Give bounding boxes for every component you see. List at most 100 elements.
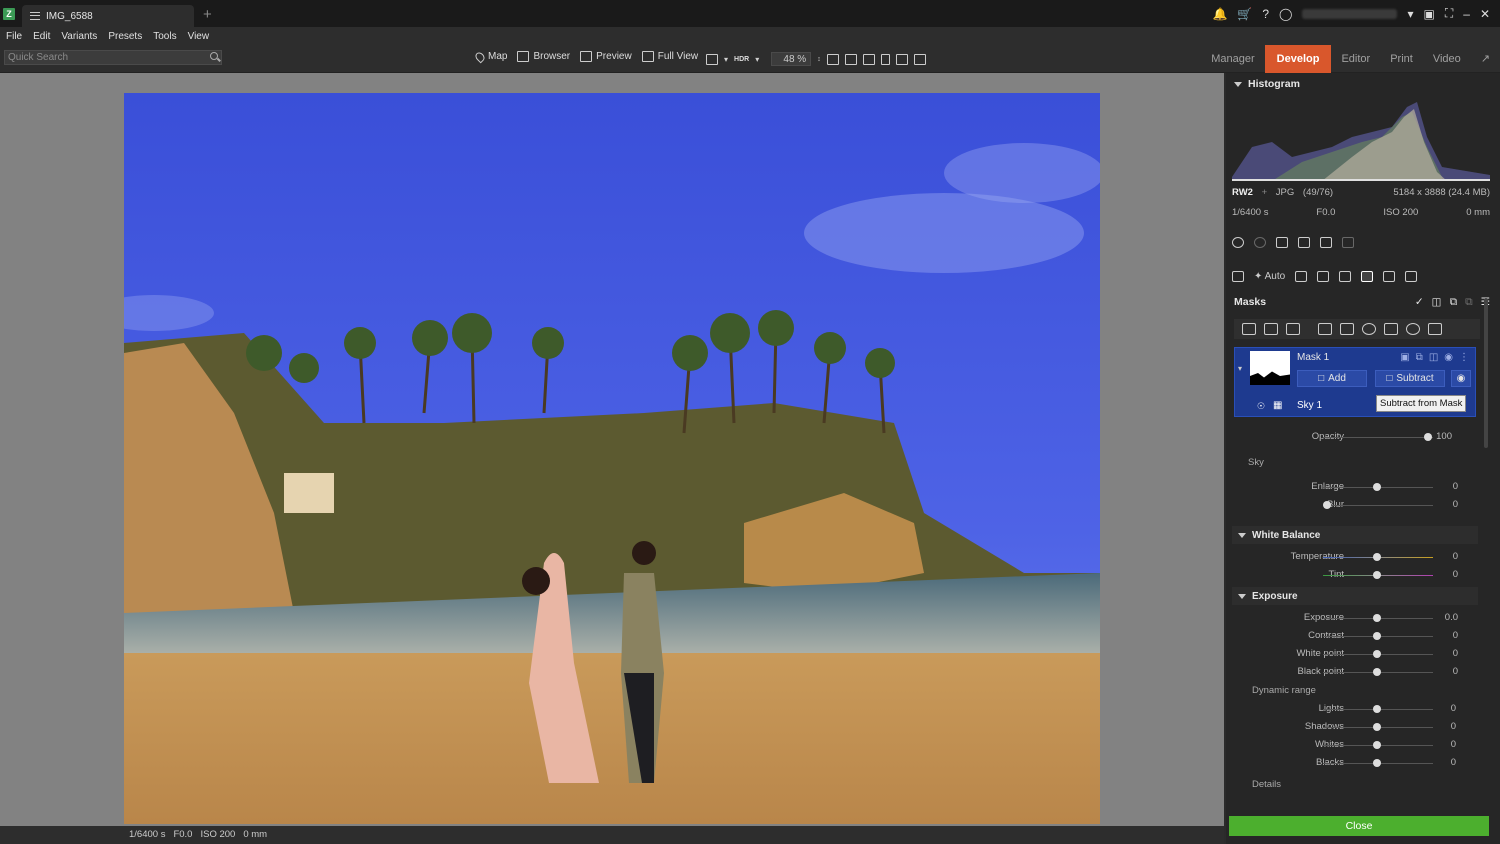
blur-knob[interactable] <box>1323 501 1331 509</box>
menu-file[interactable]: File <box>6 31 22 42</box>
search-icon[interactable] <box>210 52 218 60</box>
close-button[interactable]: Close <box>1229 816 1489 836</box>
white-point-knob[interactable] <box>1373 650 1381 658</box>
opacity-slider[interactable]: Opacity 100 <box>1226 429 1490 445</box>
photo-preview[interactable] <box>124 93 1100 824</box>
flash-icon[interactable] <box>706 53 718 65</box>
brush-mask-icon[interactable] <box>1340 323 1354 335</box>
trash-icon[interactable]: ◫ <box>1432 296 1442 309</box>
cart-icon[interactable]: 🛒 <box>1237 7 1252 21</box>
temperature-slider[interactable]: Temperature 0 <box>1226 549 1490 565</box>
subtract-from-mask-button[interactable]: □ Subtract <box>1375 370 1445 387</box>
bell-icon[interactable]: 🔔 <box>1212 7 1227 21</box>
blacks-knob[interactable] <box>1373 759 1381 767</box>
contrast-value[interactable]: 0 <box>1453 630 1458 641</box>
white-point-value[interactable]: 0 <box>1453 648 1458 659</box>
eye-icon[interactable]: ◉ <box>1444 352 1453 363</box>
redo-icon[interactable] <box>1254 237 1266 248</box>
blur-value[interactable]: 0 <box>1453 499 1458 510</box>
help-icon[interactable]: ? <box>1262 7 1269 21</box>
collapse-arrow-icon[interactable] <box>1234 81 1242 87</box>
quick-search-input[interactable]: Quick Search <box>4 50 222 65</box>
perspective-icon[interactable] <box>1339 271 1352 282</box>
adjustments-icon[interactable] <box>1232 271 1244 282</box>
opacity-knob[interactable] <box>1424 433 1432 441</box>
enlarge-value[interactable]: 0 <box>1453 481 1458 492</box>
auto-button[interactable]: ✦ Auto <box>1254 271 1285 282</box>
enlarge-knob[interactable] <box>1373 483 1381 491</box>
tab-print[interactable]: Print <box>1380 45 1423 73</box>
tab-menu-icon[interactable] <box>30 12 40 20</box>
tab-video[interactable]: Video <box>1423 45 1471 73</box>
retouch-icon[interactable] <box>1405 271 1418 282</box>
add-to-mask-button[interactable]: □ Add <box>1297 370 1367 387</box>
lights-slider[interactable]: Lights 0 <box>1226 701 1490 717</box>
gradient-icon[interactable] <box>1383 271 1396 282</box>
contrast-knob[interactable] <box>1373 632 1381 640</box>
menu-edit[interactable]: Edit <box>33 31 50 42</box>
document-tab[interactable]: IMG_6588 <box>22 5 194 27</box>
whites-knob[interactable] <box>1373 741 1381 749</box>
crop-icon[interactable] <box>1317 271 1330 282</box>
menu-variants[interactable]: Variants <box>61 31 97 42</box>
check-icon[interactable]: ✓ <box>1415 296 1424 309</box>
panel-scrollbar[interactable] <box>1484 298 1488 448</box>
white-balance-header[interactable]: White Balance <box>1232 526 1478 544</box>
color-profile-icon[interactable] <box>913 53 926 65</box>
undo-icon[interactable] <box>1232 237 1244 248</box>
menu-view[interactable]: View <box>188 31 210 42</box>
blacks-value[interactable]: 0 <box>1451 757 1456 768</box>
lights-value[interactable]: 0 <box>1451 703 1456 714</box>
black-point-value[interactable]: 0 <box>1453 666 1458 677</box>
fullscreen-icon[interactable]: ⛶ <box>1445 6 1453 21</box>
zoom-input[interactable]: 48 % <box>771 52 812 66</box>
luminance-range-icon[interactable] <box>1428 323 1442 335</box>
blacks-slider[interactable]: Blacks 0 <box>1226 755 1490 771</box>
exposure-knob[interactable] <box>1373 614 1381 622</box>
external-window-icon[interactable]: ↗ <box>1471 45 1500 73</box>
browser-button[interactable]: Browser <box>517 51 570 62</box>
camera-icon[interactable] <box>1295 271 1308 282</box>
tab-editor[interactable]: Editor <box>1331 45 1380 73</box>
shadows-knob[interactable] <box>1373 723 1381 731</box>
new-tab-button[interactable]: + <box>203 6 212 23</box>
exposure-value[interactable]: 0.0 <box>1445 612 1458 623</box>
delete-mask-icon[interactable]: ◫ <box>1429 352 1438 363</box>
tint-slider[interactable]: Tint 0 <box>1226 567 1490 583</box>
mask-options-button[interactable]: ◉ <box>1451 370 1471 387</box>
rotate-left-icon[interactable] <box>1298 237 1310 248</box>
rotate-right-icon[interactable] <box>1320 237 1332 248</box>
chevron-down-icon[interactable]: ▾ <box>755 55 759 64</box>
target-icon[interactable]: ☉ <box>1257 396 1265 416</box>
color-range-icon[interactable] <box>1406 323 1420 335</box>
hdr-button[interactable]: HDR <box>734 56 749 63</box>
minimize-icon[interactable]: – <box>1463 7 1470 21</box>
map-button[interactable]: Map <box>473 50 507 63</box>
mask-tool-icon[interactable] <box>1361 271 1374 282</box>
zoom-1to1-icon[interactable] <box>826 53 839 65</box>
temperature-value[interactable]: 0 <box>1453 551 1458 562</box>
temperature-knob[interactable] <box>1373 553 1381 561</box>
account-name[interactable] <box>1302 8 1398 19</box>
tab-develop[interactable]: Develop <box>1264 45 1332 73</box>
tint-knob[interactable] <box>1373 571 1381 579</box>
fit-screen-icon[interactable] <box>844 53 857 65</box>
exposure-header[interactable]: Exposure <box>1232 587 1478 605</box>
menu-presets[interactable]: Presets <box>108 31 142 42</box>
chevron-down-icon[interactable]: ▾ <box>724 55 728 64</box>
exposure-slider[interactable]: Exposure 0.0 <box>1226 610 1490 626</box>
copy-icon[interactable]: ⧉ <box>1465 296 1473 309</box>
linear-mask-icon[interactable] <box>1384 323 1398 335</box>
enlarge-slider[interactable]: Enlarge 0 <box>1226 479 1490 495</box>
compare-icon[interactable] <box>862 53 875 65</box>
histogram-header[interactable]: Histogram <box>1226 73 1500 95</box>
invert-icon[interactable]: ▣ <box>1400 352 1409 363</box>
whites-value[interactable]: 0 <box>1451 739 1456 750</box>
tint-value[interactable]: 0 <box>1453 569 1458 580</box>
chevron-down-icon[interactable]: ▾ <box>1407 7 1413 21</box>
close-window-icon[interactable]: ✕ <box>1480 7 1490 21</box>
shadows-slider[interactable]: Shadows 0 <box>1226 719 1490 735</box>
object-mask-icon[interactable] <box>1318 323 1332 335</box>
full-view-button[interactable]: Full View <box>641 51 698 62</box>
menu-tools[interactable]: Tools <box>153 31 176 42</box>
